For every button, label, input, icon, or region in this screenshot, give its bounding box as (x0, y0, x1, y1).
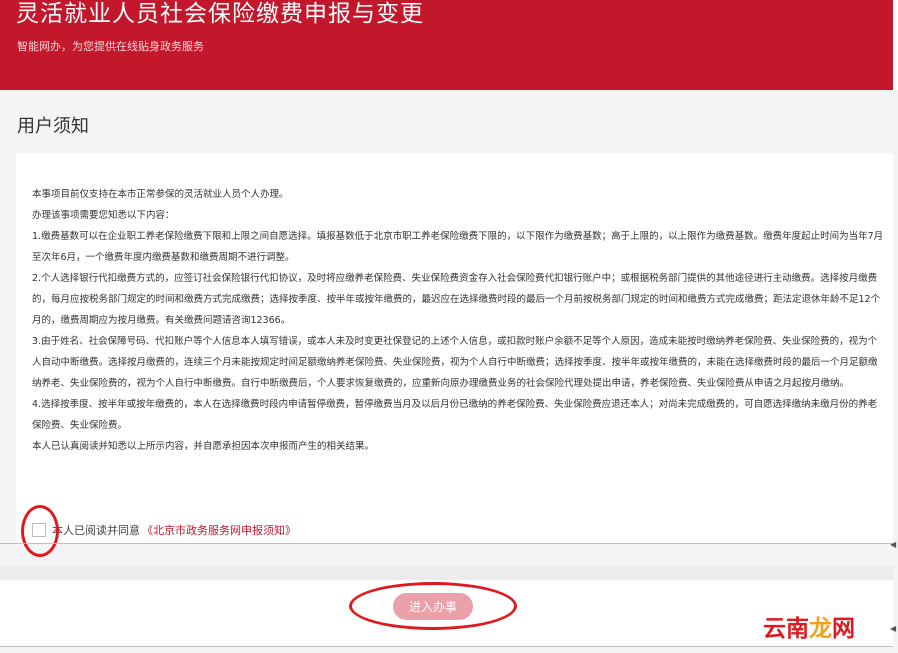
notice-line: 本事项目前仅支持在本市正常参保的灵活就业人员个人办理。 (32, 189, 289, 200)
highlight-circle-button (349, 582, 517, 630)
notice-line: 1.缴费基数可以在企业职工养老保险缴费下限和上限之间自愿选择。填报基数低于北京市… (32, 231, 884, 263)
agreement-row: 本人已阅读并同意 《北京市政务服务网申报须知》 (32, 518, 296, 542)
notice-line: 本人已认真阅读并知悉以上所示内容，并自愿承担因本次申报而产生的相关结果。 (32, 441, 375, 452)
scroll-arrow-icon[interactable]: ◀ (890, 624, 896, 633)
bottom-divider (0, 646, 893, 647)
notice-line: 4.选择按季度、按半年或按年缴费的，本人在选择缴费时段内申请暂停缴费，暂停缴费当… (32, 399, 878, 431)
agreement-link[interactable]: 《北京市政务服务网申报须知》 (142, 522, 296, 538)
watermark-logo: 云南龙网 (763, 609, 855, 643)
watermark-text-3: 网 (832, 616, 855, 642)
watermark-text-2: 龙 (809, 616, 832, 642)
section-title: 用户须知 (17, 116, 89, 137)
notice-line: 2.个人选择银行代扣缴费方式的，应签订社会保险银行代扣协议，及时将应缴养老保险费… (32, 273, 881, 326)
notice-line: 办理该事项需要您知悉以下内容： (32, 210, 175, 221)
agree-text: 本人已阅读并同意 (52, 524, 140, 537)
notice-content: 本事项目前仅支持在本市正常参保的灵活就业人员个人办理。 办理该事项需要您知悉以下… (32, 184, 884, 457)
highlight-circle-checkbox (21, 505, 59, 557)
divider (0, 543, 893, 544)
notice-line: 3.由于姓名、社会保障号码、代扣账户等个人信息本人填写错误，或本人未及时变更社保… (32, 336, 878, 389)
page-subtitle: 智能网办，为您提供在线贴身政务服务 (17, 40, 204, 53)
header-edge (893, 0, 898, 90)
watermark-text-1: 云南 (763, 616, 809, 642)
page-title: 灵活就业人员社会保险缴费申报与变更 (16, 1, 424, 27)
footer-shade (0, 566, 893, 580)
page-header: 灵活就业人员社会保险缴费申报与变更 智能网办，为您提供在线贴身政务服务 (0, 0, 893, 90)
scroll-arrow-icon[interactable]: ◀ (890, 540, 896, 549)
